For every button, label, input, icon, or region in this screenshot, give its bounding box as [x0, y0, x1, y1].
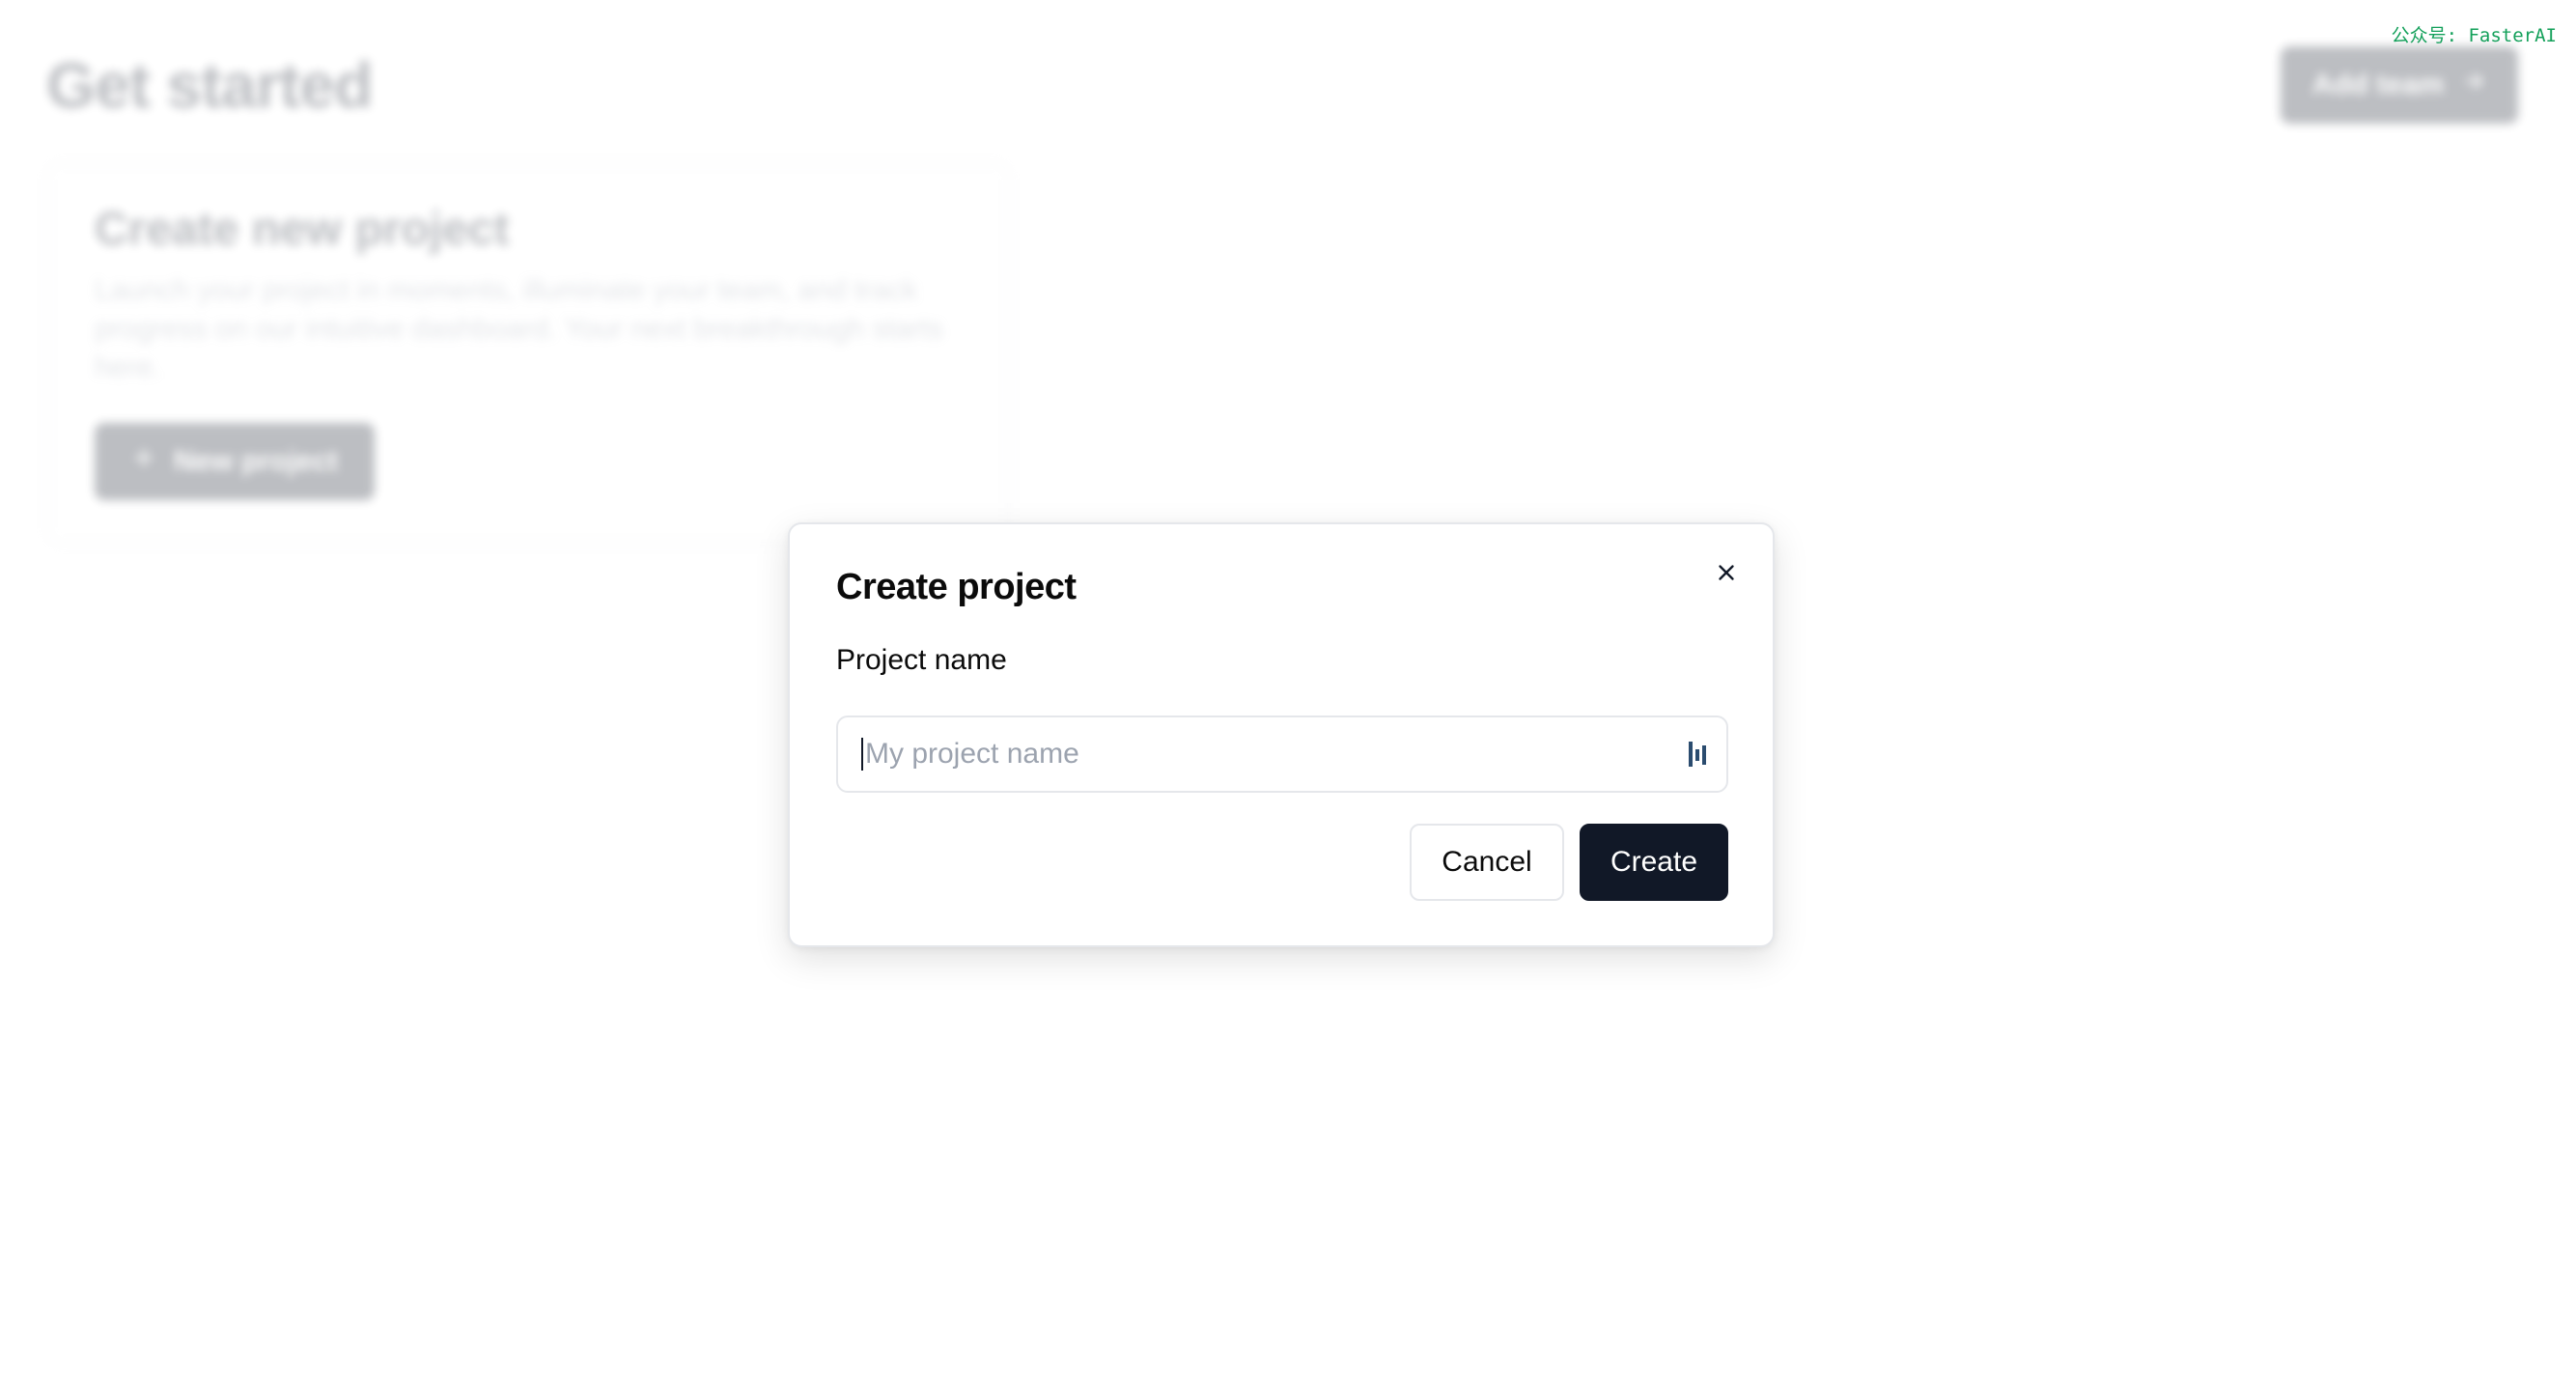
add-team-label: Add team — [2311, 69, 2445, 100]
close-icon — [1714, 560, 1739, 590]
create-button[interactable]: Create — [1580, 824, 1728, 901]
new-project-button: New project — [95, 423, 375, 500]
add-team-button: Add team — [2281, 46, 2518, 124]
card-title: Create new project — [95, 204, 510, 255]
project-name-field[interactable] — [836, 716, 1728, 793]
watermark: 公众号: FasterAI — [2391, 25, 2557, 46]
password-manager-icon[interactable] — [1688, 739, 1713, 770]
arrow-right-icon — [2461, 69, 2486, 101]
cancel-button[interactable]: Cancel — [1410, 824, 1564, 901]
page-title: Get started — [46, 49, 373, 121]
new-project-label: New project — [173, 445, 339, 477]
card-description: Launch your project in moments, illumina… — [95, 274, 943, 383]
project-name-input[interactable] — [863, 738, 1688, 771]
project-name-label: Project name — [836, 644, 1007, 676]
plus-icon — [131, 445, 156, 478]
create-project-card: Create new project Launch your project i… — [46, 162, 1010, 545]
create-project-dialog: Create project Project name Cancel Creat… — [788, 522, 1775, 947]
dialog-title: Create project — [836, 567, 1077, 607]
close-button[interactable] — [1707, 555, 1746, 594]
